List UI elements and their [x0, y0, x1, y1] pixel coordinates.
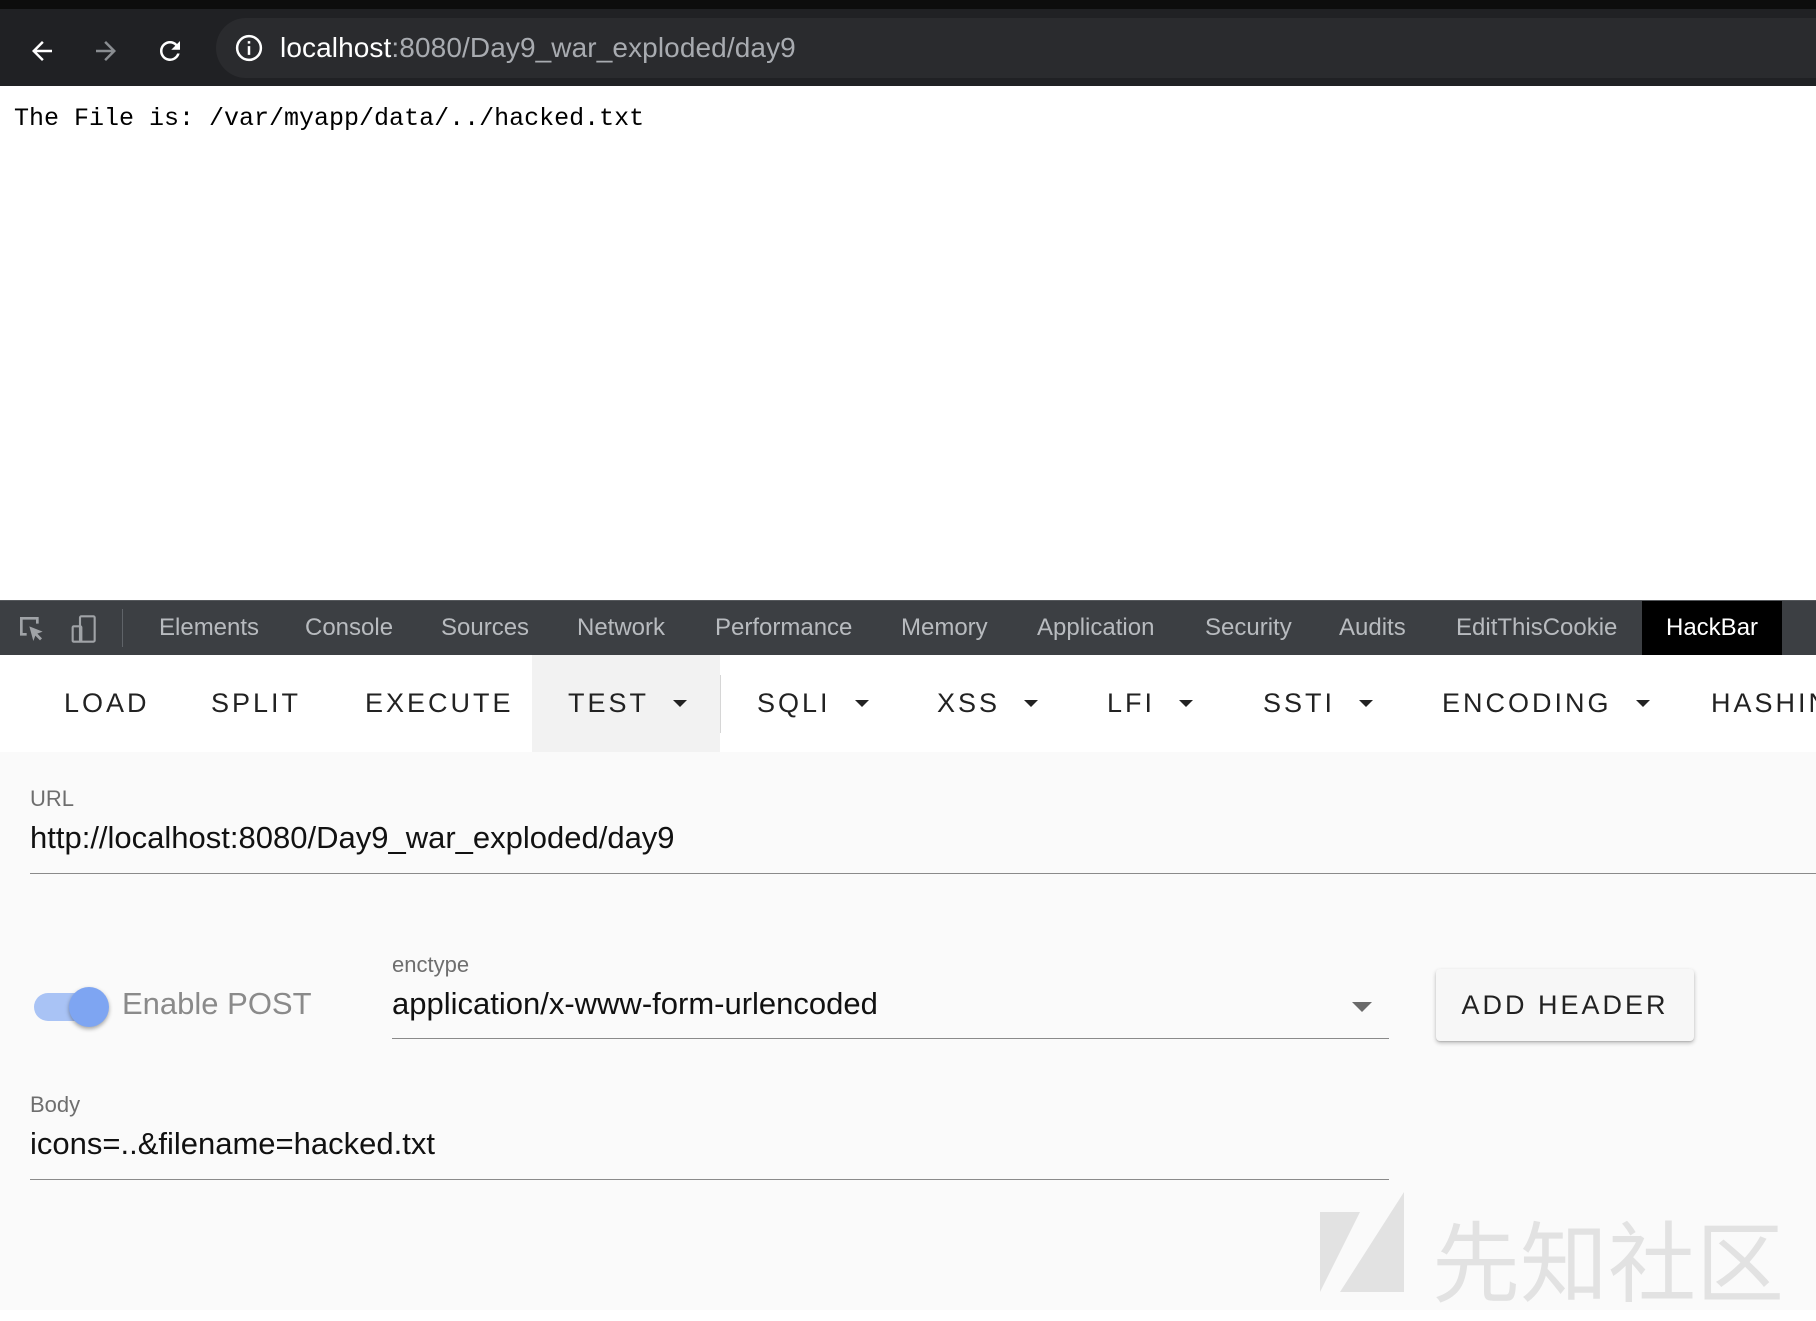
body-label: Body — [30, 1092, 81, 1117]
info-icon[interactable] — [234, 33, 264, 63]
tab-elements[interactable]: Elements — [159, 601, 259, 655]
enable-post-toggle-knob[interactable] — [69, 987, 109, 1027]
tab-sources[interactable]: Sources — [441, 601, 529, 655]
tab-application[interactable]: Application — [1037, 601, 1154, 655]
url-underline — [30, 873, 1816, 874]
add-header-button[interactable]: ADD HEADER — [1436, 969, 1694, 1041]
split-button[interactable]: SPLIT — [211, 655, 301, 752]
address-path: :8080/Day9_war_exploded/day9 — [391, 32, 796, 63]
watermark-text: 先知社区 — [1432, 1213, 1785, 1316]
forward-button[interactable] — [86, 31, 126, 71]
xss-menu-button[interactable]: XSS — [937, 655, 1039, 752]
tab-memory[interactable]: Memory — [901, 601, 988, 655]
watermark-slash-icon — [1320, 1192, 1404, 1292]
url-input[interactable]: http://localhost:8080/Day9_war_exploded/… — [30, 820, 675, 856]
hashing-menu-button[interactable]: HASHIN — [1711, 655, 1816, 752]
tab-hackbar[interactable]: HackBar — [1642, 601, 1783, 655]
enable-post-label: Enable POST — [122, 986, 312, 1021]
test-menu-button[interactable]: TEST — [532, 655, 720, 752]
toolbar-divider — [720, 675, 721, 733]
tab-console[interactable]: Console — [305, 601, 393, 655]
device-toolbar-icon[interactable] — [68, 613, 100, 645]
address-host: localhost — [280, 32, 392, 63]
hackbar-toolbar: LOAD SPLIT EXECUTE TEST SQLI XSS LFI SST… — [0, 655, 1816, 752]
back-button[interactable] — [22, 31, 62, 71]
chevron-down-icon — [1359, 700, 1374, 707]
chevron-down-icon — [1024, 700, 1039, 707]
execute-button[interactable]: EXECUTE — [365, 655, 514, 752]
chevron-down-icon — [854, 700, 869, 707]
tab-performance[interactable]: Performance — [715, 601, 852, 655]
chevron-down-icon — [673, 700, 688, 707]
lfi-menu-label: LFI — [1107, 688, 1156, 718]
back-arrow-icon — [32, 41, 52, 61]
dropdown-arrow-icon[interactable] — [1352, 1002, 1372, 1012]
tab-audits[interactable]: Audits — [1339, 601, 1406, 655]
chevron-down-icon — [1635, 700, 1650, 707]
load-button[interactable]: LOAD — [64, 655, 150, 752]
tab-security[interactable]: Security — [1205, 601, 1292, 655]
inspect-element-icon[interactable] — [16, 613, 48, 645]
body-underline — [30, 1179, 1389, 1180]
address-text: localhost:8080/Day9_war_exploded/day9 — [280, 32, 796, 64]
chevron-down-icon — [1179, 700, 1194, 707]
enctype-underline — [392, 1038, 1389, 1039]
enctype-select[interactable]: application/x-www-form-urlencoded — [392, 986, 878, 1022]
enctype-label: enctype — [392, 952, 470, 977]
sqli-menu-label: SQLI — [757, 688, 831, 718]
reload-icon — [159, 40, 180, 61]
url-label: URL — [30, 786, 75, 811]
forward-arrow-icon — [96, 41, 116, 61]
browser-toolbar: localhost:8080/Day9_war_exploded/day9 — [0, 0, 1816, 86]
page-viewport: The File is: /var/myapp/data/../hacked.t… — [0, 86, 1816, 600]
ssti-menu-label: SSTI — [1263, 688, 1336, 718]
sqli-menu-button[interactable]: SQLI — [757, 655, 869, 752]
watermark-logo: 先知社区 — [1312, 1192, 1792, 1316]
devtools-tabbar: Elements Console Sources Network Perform… — [0, 600, 1816, 655]
test-menu-label: TEST — [568, 688, 650, 718]
tab-editthiscookie[interactable]: EditThisCookie — [1456, 601, 1617, 655]
encoding-menu-button[interactable]: ENCODING — [1442, 655, 1650, 752]
lfi-menu-button[interactable]: LFI — [1107, 655, 1194, 752]
reload-button[interactable] — [150, 31, 190, 71]
devtools-separator — [122, 609, 123, 647]
encoding-menu-label: ENCODING — [1442, 688, 1612, 718]
ssti-menu-button[interactable]: SSTI — [1263, 655, 1374, 752]
tab-network[interactable]: Network — [577, 601, 665, 655]
address-bar[interactable]: localhost:8080/Day9_war_exploded/day9 — [216, 18, 1816, 78]
page-output-text: The File is: /var/myapp/data/../hacked.t… — [14, 104, 645, 133]
body-input[interactable]: icons=..&filename=hacked.txt — [30, 1126, 435, 1162]
xss-menu-label: XSS — [937, 688, 1001, 718]
